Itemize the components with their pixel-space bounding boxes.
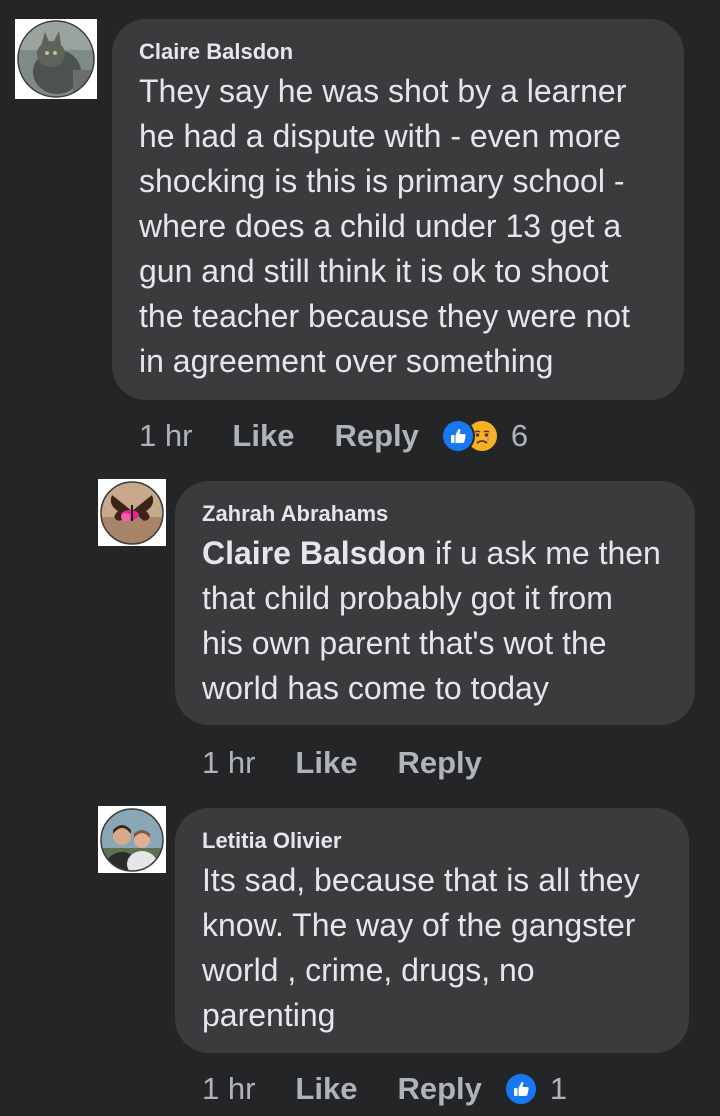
- avatar-zahrah-abrahams[interactable]: [98, 479, 166, 546]
- reply-bubble: Letitia Olivier Its sad, because that is…: [175, 808, 689, 1053]
- reaction-count: 1: [549, 1071, 568, 1106]
- comment-actions: 1 hr Like Reply 1: [202, 1069, 567, 1109]
- mention-link[interactable]: Claire Balsdon: [202, 535, 426, 571]
- comment-actions: 1 hr Like Reply 6: [139, 416, 528, 456]
- reply-bubble: Zahrah Abrahams Claire Balsdon if u ask …: [175, 481, 695, 725]
- like-icon: [440, 419, 475, 453]
- comment-bubble: Claire Balsdon They say he was shot by a…: [112, 19, 684, 400]
- reaction-summary[interactable]: 1: [503, 1071, 568, 1107]
- comment-timestamp[interactable]: 1 hr: [202, 1071, 255, 1107]
- like-button[interactable]: Like: [232, 418, 294, 454]
- like-button[interactable]: Like: [295, 745, 357, 781]
- comment-author[interactable]: Zahrah Abrahams: [202, 503, 388, 525]
- comment-author[interactable]: Letitia Olivier: [202, 830, 341, 852]
- comment-author[interactable]: Claire Balsdon: [139, 41, 293, 63]
- comment-timestamp[interactable]: 1 hr: [202, 745, 255, 781]
- reaction-summary[interactable]: 6: [440, 418, 529, 454]
- comment-thread: Claire Balsdon They say he was shot by a…: [0, 0, 720, 1116]
- reaction-count: 6: [510, 418, 529, 453]
- avatar-butterfly-photo: [100, 480, 164, 545]
- reply-button[interactable]: Reply: [397, 745, 481, 781]
- comment-text: Claire Balsdon if u ask me then that chi…: [202, 531, 661, 711]
- reply-button[interactable]: Reply: [397, 1071, 481, 1107]
- avatar-person-photo: [100, 807, 164, 872]
- avatar-cat-photo: [17, 20, 95, 98]
- avatar-claire-balsdon[interactable]: [15, 19, 97, 99]
- like-button[interactable]: Like: [295, 1071, 357, 1107]
- avatar-letitia-olivier[interactable]: [98, 806, 166, 873]
- comment-timestamp[interactable]: 1 hr: [139, 418, 192, 454]
- comment-text: They say he was shot by a learner he had…: [139, 73, 630, 379]
- reply-button[interactable]: Reply: [334, 418, 418, 454]
- like-icon: [503, 1072, 538, 1106]
- comment-actions: 1 hr Like Reply: [202, 743, 522, 783]
- comment-text: Its sad, because that is all they know. …: [202, 862, 640, 1033]
